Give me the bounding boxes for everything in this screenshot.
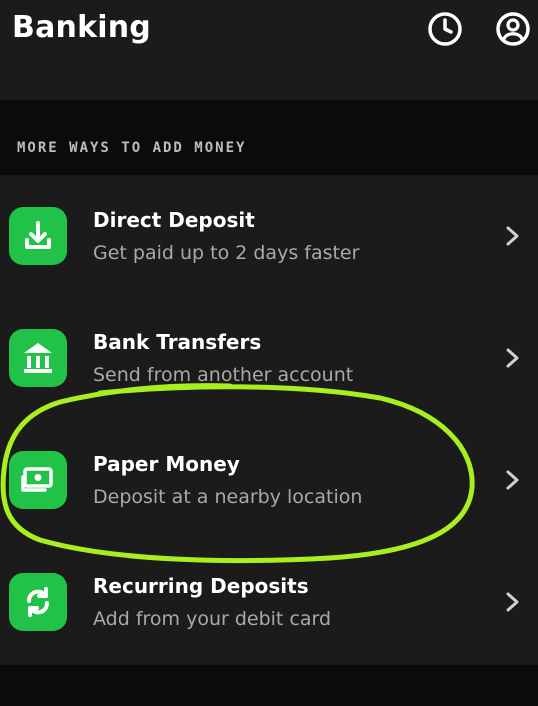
- page-title: Banking: [12, 10, 151, 45]
- add-money-list: Direct Deposit Get paid up to 2 days fas…: [0, 175, 538, 665]
- section-label: MORE WAYS TO ADD MONEY: [17, 140, 247, 156]
- section-header: MORE WAYS TO ADD MONEY: [0, 100, 538, 175]
- bottom-bar: [0, 665, 538, 706]
- list-item-direct-deposit[interactable]: Direct Deposit Get paid up to 2 days fas…: [0, 175, 538, 297]
- cash-icon: [9, 451, 67, 509]
- header: Banking: [0, 0, 538, 100]
- refresh-icon: [9, 573, 67, 631]
- list-item-paper-money[interactable]: Paper Money Deposit at a nearby location: [0, 419, 538, 541]
- item-subtitle: Send from another account: [93, 364, 354, 386]
- list-item-bank-transfers[interactable]: Bank Transfers Send from another account: [0, 297, 538, 419]
- item-title: Paper Money: [93, 452, 240, 476]
- download-icon: [9, 207, 67, 265]
- item-title: Direct Deposit: [93, 208, 255, 232]
- list-item-recurring-deposits[interactable]: Recurring Deposits Add from your debit c…: [0, 541, 538, 663]
- item-title: Bank Transfers: [93, 330, 262, 354]
- chevron-right-icon: [506, 226, 519, 246]
- item-subtitle: Deposit at a nearby location: [93, 486, 363, 508]
- chevron-right-icon: [506, 470, 519, 490]
- bank-icon: [9, 329, 67, 387]
- item-subtitle: Add from your debit card: [93, 608, 332, 630]
- chevron-right-icon: [506, 348, 519, 368]
- profile-icon[interactable]: [494, 10, 532, 48]
- chevron-right-icon: [506, 592, 519, 612]
- item-title: Recurring Deposits: [93, 574, 309, 598]
- item-subtitle: Get paid up to 2 days faster: [93, 242, 360, 264]
- clock-icon[interactable]: [426, 10, 464, 48]
